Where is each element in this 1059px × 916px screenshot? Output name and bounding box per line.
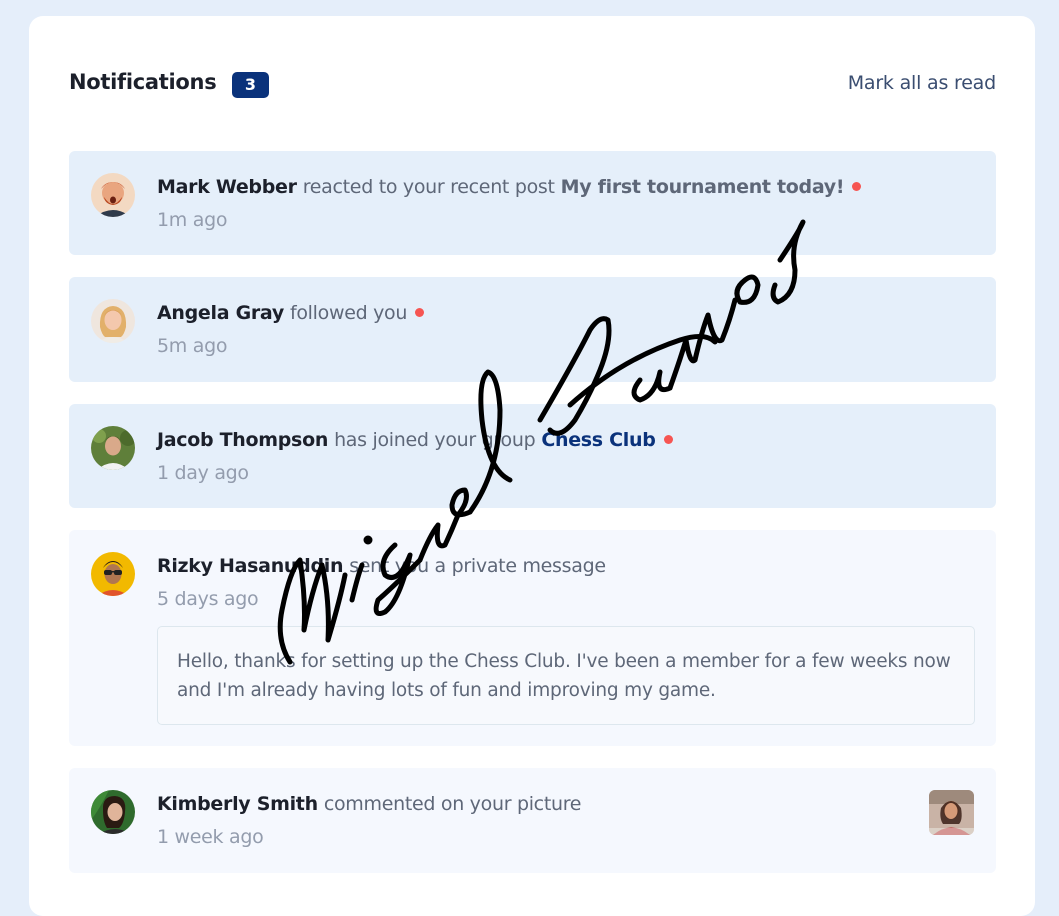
notification-action: followed you <box>289 302 408 324</box>
notification-item[interactable]: Mark Webber reacted to your recent post My… <box>69 151 996 255</box>
group-link[interactable]: Chess Club <box>541 429 655 451</box>
notification-item[interactable]: Kimberly Smith commented on your picture … <box>69 768 996 873</box>
notification-item[interactable]: Jacob Thompson has joined your group Chess… <box>69 404 996 508</box>
angela-gray-avatar[interactable] <box>91 299 135 343</box>
private-message-preview[interactable]: Hello, thanks for setting up the Chess C… <box>157 626 975 725</box>
notification-action: commented on your picture <box>323 793 582 815</box>
unread-dot <box>415 308 425 317</box>
unread-dot <box>663 435 673 444</box>
unread-dot <box>852 182 862 191</box>
user-name[interactable]: Kimberly Smith <box>157 793 318 815</box>
notification-time: 1 week ago <box>157 826 264 848</box>
notification-item[interactable]: Rizky Hasanuddin sent you a private messa… <box>69 530 996 746</box>
unread-count-badge: 3 <box>232 72 269 98</box>
post-link[interactable]: My first tournament today! <box>561 176 845 198</box>
rizky-hasanuddin-avatar[interactable] <box>91 552 135 596</box>
notification-time: 1 day ago <box>157 462 249 484</box>
mark-all-as-read-button[interactable]: Mark all as read <box>848 72 997 94</box>
jacob-thompson-avatar[interactable] <box>91 426 135 470</box>
user-name[interactable]: Mark Webber <box>157 176 297 198</box>
kimberly-smith-avatar[interactable] <box>91 790 135 834</box>
notification-time: 1m ago <box>157 209 228 231</box>
notification-time: 5 days ago <box>157 588 259 610</box>
notification-action: reacted to your recent post <box>302 176 555 198</box>
notification-action: has joined your group <box>334 429 536 451</box>
user-name[interactable]: Jacob Thompson <box>157 429 328 451</box>
commented-picture-thumbnail[interactable] <box>929 790 974 835</box>
notification-item[interactable]: Angela Gray followed you 5m ago <box>69 277 996 382</box>
notification-action: sent you a private message <box>349 555 606 577</box>
notifications-card: Notifications 3 Mark all as read Mark We… <box>29 16 1035 916</box>
notification-time: 5m ago <box>157 335 228 357</box>
notifications-header: Notifications 3 Mark all as read <box>69 70 996 106</box>
user-name[interactable]: Rizky Hasanuddin <box>157 555 343 577</box>
page-title: Notifications <box>69 70 217 94</box>
mark-webber-avatar[interactable] <box>91 173 135 217</box>
user-name[interactable]: Angela Gray <box>157 302 284 324</box>
